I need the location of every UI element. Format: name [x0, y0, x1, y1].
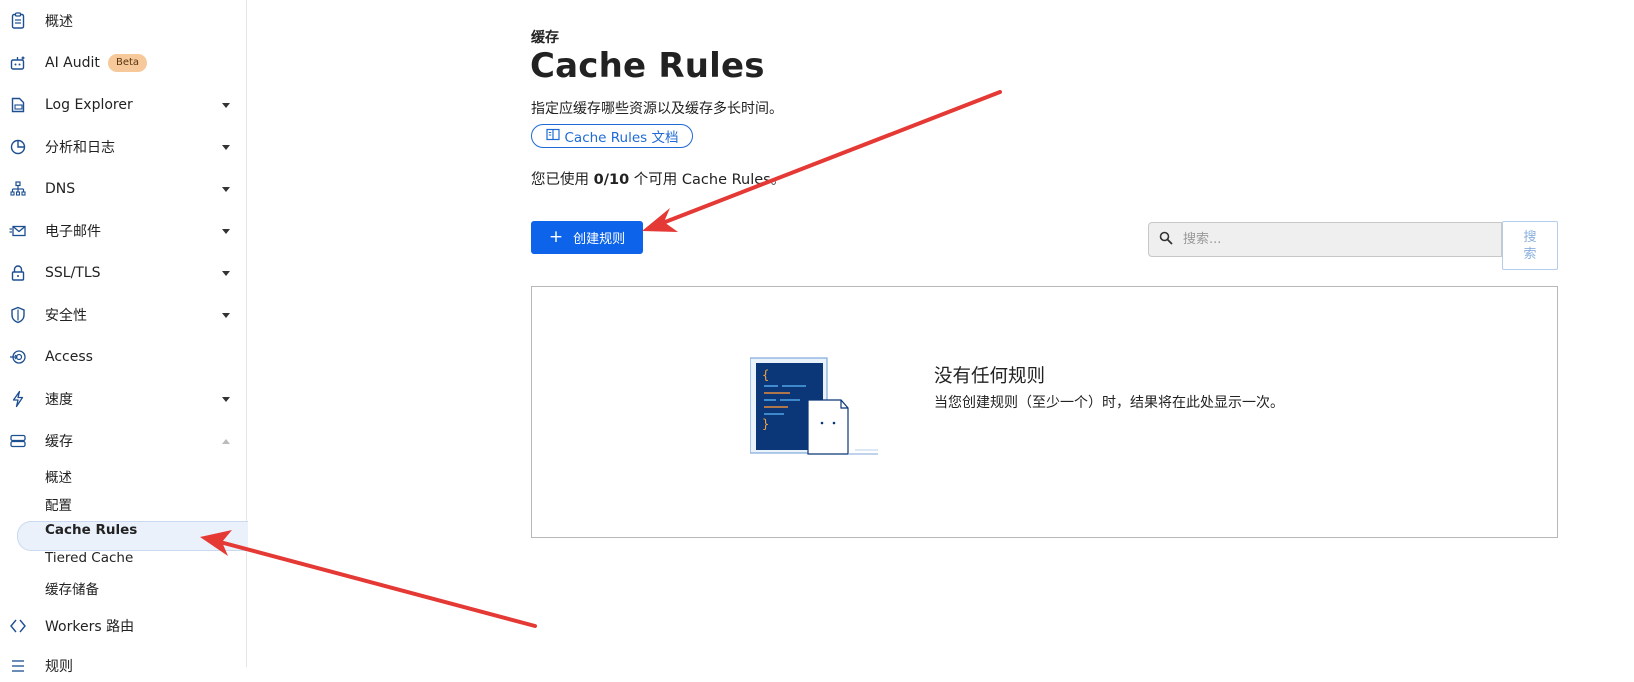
empty-state-subtitle: 当您创建规则（至少一个）时，结果将在此处显示一次。 — [934, 395, 1284, 411]
chevron-down-icon — [222, 396, 230, 402]
sidebar: 概述 AI Audit Beta Log Explorer 分析和日志 DNS … — [0, 0, 248, 675]
sub-item-cache-reserve[interactable]: 缓存储备 — [45, 578, 99, 598]
sidebar-item-label: 概述 — [45, 14, 73, 30]
usage-prefix: 您已使用 — [531, 172, 594, 188]
rules-icon — [9, 657, 27, 675]
sidebar-item-label: 安全性 — [45, 308, 87, 324]
sub-item-configuration[interactable]: 配置 — [45, 494, 72, 514]
svg-text:}: } — [762, 417, 769, 431]
search-box — [1148, 222, 1502, 257]
sub-item-cache-overview[interactable]: 概述 — [45, 466, 72, 486]
sidebar-item-label: AI Audit — [45, 55, 100, 71]
log-icon — [9, 96, 27, 114]
pie-chart-icon — [9, 138, 27, 156]
sidebar-item-analytics[interactable]: 分析和日志 — [0, 131, 246, 163]
sidebar-item-label: 电子邮件 — [45, 224, 101, 240]
beta-badge: Beta — [108, 54, 148, 72]
empty-rules-illustration: { } — [750, 357, 878, 455]
search-button-label: 搜索 — [1523, 229, 1537, 262]
sidebar-item-label: 规则 — [45, 659, 73, 675]
clipboard-icon — [9, 12, 27, 30]
plus-icon: + — [548, 227, 564, 247]
cache-rules-docs-link[interactable]: Cache Rules 文档 — [531, 124, 693, 148]
chevron-down-icon — [222, 312, 230, 318]
chevron-down-icon — [222, 186, 230, 192]
sidebar-item-caching[interactable]: 缓存 — [0, 425, 246, 457]
sidebar-item-overview[interactable]: 概述 — [0, 5, 246, 37]
create-rule-button[interactable]: + 创建规则 — [531, 221, 643, 254]
search-icon — [1149, 230, 1173, 249]
sub-item-cache-rules[interactable]: Cache Rules — [45, 522, 137, 538]
sidebar-item-security[interactable]: 安全性 — [0, 299, 246, 331]
sidebar-item-label: Workers 路由 — [45, 619, 135, 635]
sidebar-item-label: Access — [45, 349, 93, 365]
shield-icon — [9, 306, 27, 324]
page-description: 指定应缓存哪些资源以及缓存多长时间。 — [531, 101, 783, 117]
sidebar-item-label: 速度 — [45, 392, 73, 408]
docs-link-label: Cache Rules 文档 — [564, 130, 679, 146]
sidebar-item-speed[interactable]: 速度 — [0, 383, 246, 415]
sidebar-item-ai-audit[interactable]: AI Audit Beta — [0, 47, 246, 79]
breadcrumb: 缓存 — [531, 30, 559, 46]
sidebar-item-access[interactable]: Access — [0, 341, 246, 373]
chevron-down-icon — [222, 102, 230, 108]
sidebar-item-label: Log Explorer — [45, 97, 133, 113]
chevron-down-icon — [222, 270, 230, 276]
sidebar-item-ssl-tls[interactable]: SSL/TLS — [0, 257, 246, 289]
robot-icon — [9, 54, 27, 72]
network-icon — [9, 180, 27, 198]
annotation-arrow-to-cache-rules — [200, 530, 537, 628]
sidebar-item-log-explorer[interactable]: Log Explorer — [0, 89, 246, 121]
chevron-up-icon — [222, 438, 230, 444]
workers-icon — [9, 617, 27, 635]
chevron-down-icon — [222, 228, 230, 234]
book-icon — [545, 128, 560, 145]
lock-icon — [9, 264, 27, 282]
page-title: Cache Rules — [530, 46, 765, 86]
search-input[interactable] — [1181, 231, 1485, 248]
empty-state-title: 没有任何规则 — [934, 366, 1046, 387]
sidebar-item-dns[interactable]: DNS — [0, 173, 246, 205]
mail-icon — [9, 222, 27, 240]
sidebar-item-label: DNS — [45, 181, 76, 197]
bolt-icon — [9, 390, 27, 408]
sub-item-tiered-cache[interactable]: Tiered Cache — [45, 550, 133, 566]
chevron-down-icon — [222, 144, 230, 150]
svg-text:{: { — [762, 368, 769, 382]
create-rule-label: 创建规则 — [573, 232, 626, 247]
empty-state-panel — [531, 286, 1558, 538]
sidebar-item-label: 缓存 — [45, 434, 73, 450]
usage-count: 0/10 — [593, 172, 630, 188]
usage-suffix: 个可用 Cache Rules。 — [629, 172, 786, 188]
storage-icon — [9, 432, 27, 450]
access-icon — [9, 348, 27, 366]
sidebar-item-rules[interactable]: 规则 — [0, 650, 246, 682]
sidebar-item-label: SSL/TLS — [45, 265, 101, 281]
usage-text: 您已使用 0/10 个可用 Cache Rules。 — [531, 168, 785, 189]
sidebar-item-workers-routes[interactable]: Workers 路由 — [0, 610, 246, 642]
sidebar-item-label: 分析和日志 — [45, 140, 115, 156]
sidebar-item-email[interactable]: 电子邮件 — [0, 215, 246, 247]
search-button[interactable]: 搜索 — [1502, 221, 1558, 270]
